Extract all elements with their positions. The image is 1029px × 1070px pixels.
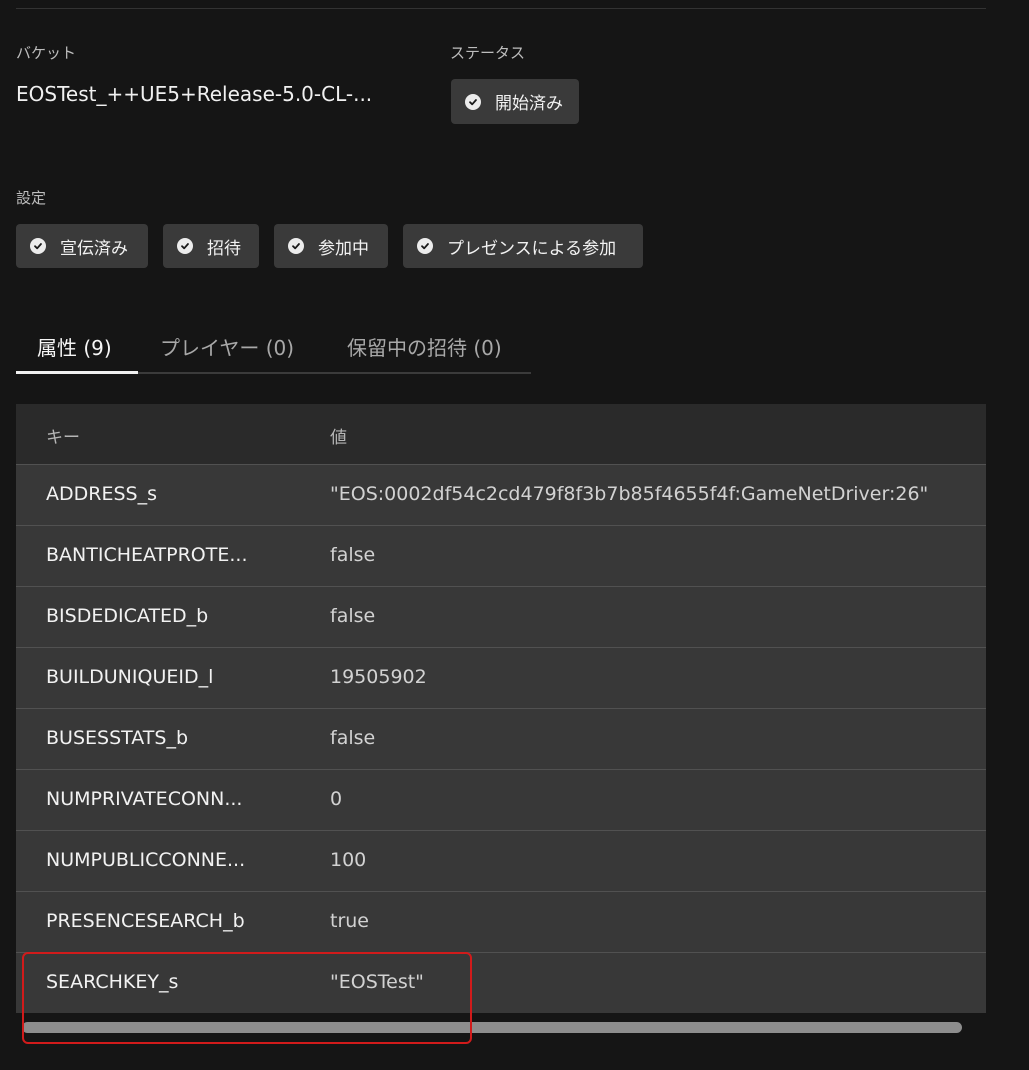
row-key: PRESENCESEARCH_b (46, 910, 245, 932)
row-key: BISDEDICATED_b (46, 605, 209, 627)
table-row[interactable]: BISDEDICATED_b false (16, 586, 986, 647)
table-row[interactable]: BUSESSTATS_b false (16, 708, 986, 769)
settings-chip-presence-join: プレゼンスによる参加 (403, 224, 643, 268)
active-tab-indicator (16, 371, 138, 374)
bucket-label: バケット (16, 44, 77, 62)
settings-chip-joinable: 参加中 (274, 224, 388, 268)
settings-chip-label: プレゼンスによる参加 (447, 238, 617, 259)
row-key: ADDRESS_s (46, 483, 157, 505)
highlight-box (22, 952, 472, 1044)
check-circle-icon (465, 93, 481, 110)
settings-chip-advertised: 宣伝済み (16, 224, 148, 268)
check-circle-icon (177, 238, 193, 254)
row-value: 100 (330, 849, 367, 871)
column-header-value: 値 (330, 428, 347, 448)
settings-chip-label: 宣伝済み (60, 238, 128, 259)
row-value: 0 (330, 788, 343, 810)
settings-chip-label: 招待 (207, 238, 241, 259)
status-badge-label: 開始済み (495, 94, 563, 114)
table-row[interactable]: BANTICHEATPROTE... false (16, 525, 986, 586)
row-key: NUMPRIVATECONN... (46, 788, 243, 810)
table-row[interactable]: ADDRESS_s "EOS:0002df54c2cd479f8f3b7b85f4… (16, 464, 986, 525)
tab-pending-invites[interactable]: 保留中の招待 (0) (347, 320, 502, 372)
row-value: "EOS:0002df54c2cd479f8f3b7b85f4655f4f:Ga… (330, 483, 929, 505)
row-value: false (330, 727, 376, 749)
check-circle-icon (417, 238, 433, 254)
table-row[interactable]: BUILDUNIQUEID_l 19505902 (16, 647, 986, 708)
table-header: キー 値 (16, 404, 986, 464)
row-value: false (330, 605, 376, 627)
table-row[interactable]: PRESENCESEARCH_b true (16, 891, 986, 952)
table-row[interactable]: NUMPRIVATECONN... 0 (16, 769, 986, 830)
bucket-value: EOSTest_++UE5+Release-5.0-CL-... (16, 82, 373, 106)
tab-players[interactable]: プレイヤー (0) (160, 320, 294, 372)
row-key: BUSESSTATS_b (46, 727, 189, 749)
attributes-table: キー 値 ADDRESS_s "EOS:0002df54c2cd479f8f3b7… (16, 404, 986, 1013)
check-circle-icon (30, 238, 46, 254)
tab-bar: 属性 (9) プレイヤー (0) 保留中の招待 (0) (16, 320, 531, 374)
status-label: ステータス (450, 44, 526, 62)
status-badge: 開始済み (451, 79, 579, 124)
settings-chip-invites: 招待 (163, 224, 259, 268)
row-value: false (330, 544, 376, 566)
settings-label: 設定 (16, 189, 47, 207)
row-key: BUILDUNIQUEID_l (46, 666, 214, 688)
top-divider (16, 8, 986, 9)
row-key: BANTICHEATPROTE... (46, 544, 248, 566)
row-value: 19505902 (330, 666, 427, 688)
settings-chip-label: 参加中 (318, 238, 369, 259)
tab-attributes[interactable]: 属性 (9) (37, 320, 112, 372)
column-header-key: キー (46, 428, 80, 448)
check-circle-icon (288, 238, 304, 254)
table-row[interactable]: NUMPUBLICCONNE... 100 (16, 830, 986, 891)
row-key: NUMPUBLICCONNE... (46, 849, 246, 871)
row-value: true (330, 910, 369, 932)
